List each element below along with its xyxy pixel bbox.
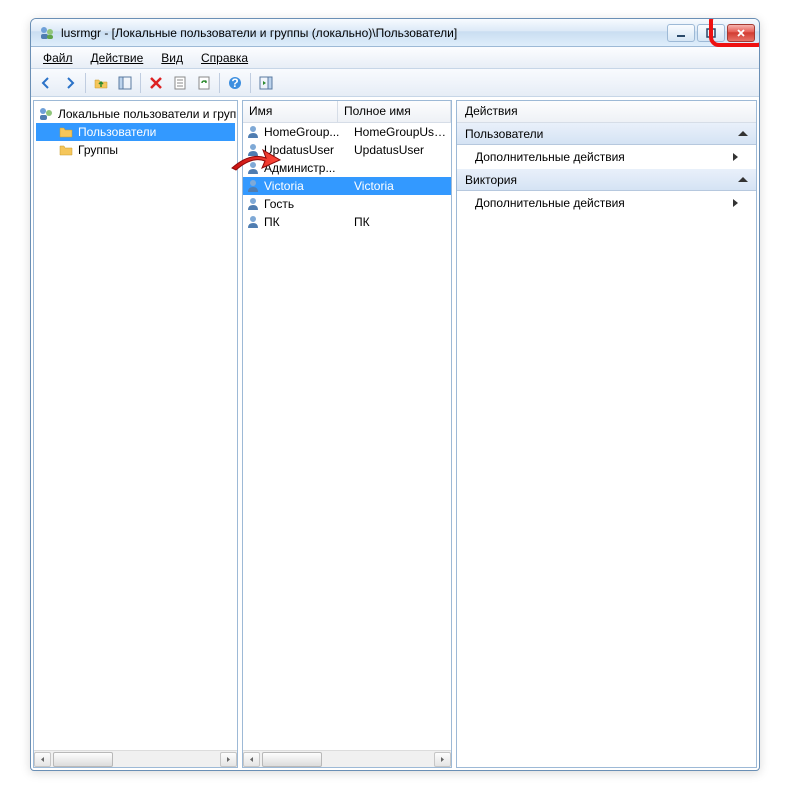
window-title: lusrmgr - [Локальные пользователи и груп… xyxy=(61,26,667,40)
actions-item-more-2[interactable]: Дополнительные действия xyxy=(457,191,756,215)
menubar: Файл Действие Вид Справка xyxy=(31,47,759,69)
user-icon xyxy=(245,160,261,176)
users-groups-icon xyxy=(38,106,54,122)
chevron-right-icon xyxy=(733,153,738,161)
properties-button[interactable] xyxy=(169,72,191,94)
column-fullname[interactable]: Полное имя xyxy=(338,101,451,122)
tree-groups-label: Группы xyxy=(78,143,118,157)
list-cell-name: HomeGroup... xyxy=(264,125,354,139)
body: Локальные пользователи и группы Пользова… xyxy=(31,97,759,770)
list-row[interactable]: Гость xyxy=(243,195,451,213)
delete-button[interactable] xyxy=(145,72,167,94)
app-icon xyxy=(39,25,55,41)
show-hide-action-pane-button[interactable] xyxy=(255,72,277,94)
list-body: HomeGroup...HomeGroupUser$UpdatusUserUpd… xyxy=(243,123,451,750)
list-cell-name: Администр... xyxy=(264,161,354,175)
list-row[interactable]: HomeGroup...HomeGroupUser$ xyxy=(243,123,451,141)
minimize-button[interactable] xyxy=(667,24,695,42)
window: lusrmgr - [Локальные пользователи и груп… xyxy=(30,18,760,771)
list-cell-fullname: Victoria xyxy=(354,179,451,193)
show-hide-tree-button[interactable] xyxy=(114,72,136,94)
menu-view[interactable]: Вид xyxy=(153,49,191,67)
user-icon xyxy=(245,178,261,194)
actions-item-more-1[interactable]: Дополнительные действия xyxy=(457,145,756,169)
column-name[interactable]: Имя xyxy=(243,101,338,122)
user-icon xyxy=(245,214,261,230)
list-hscrollbar[interactable] xyxy=(243,750,451,767)
list-cell-name: UpdatusUser xyxy=(264,143,354,157)
toolbar-separator xyxy=(140,73,141,93)
toolbar-separator xyxy=(250,73,251,93)
list-pane: Имя Полное имя HomeGroup...HomeGroupUser… xyxy=(242,100,452,768)
tree-pane: Локальные пользователи и группы Пользова… xyxy=(33,100,238,768)
titlebar: lusrmgr - [Локальные пользователи и груп… xyxy=(31,19,759,47)
menu-file[interactable]: Файл xyxy=(35,49,81,67)
list-row[interactable]: VictoriaVictoria xyxy=(243,177,451,195)
scroll-thumb[interactable] xyxy=(53,752,113,767)
help-button[interactable]: ? xyxy=(224,72,246,94)
tree-hscrollbar[interactable] xyxy=(34,750,237,767)
tree: Локальные пользователи и группы Пользова… xyxy=(34,101,237,750)
actions-section-selected-label: Виктория xyxy=(465,173,517,187)
collapse-icon xyxy=(738,131,748,136)
actions-pane: Действия Пользователи Дополнительные дей… xyxy=(456,100,757,768)
collapse-icon xyxy=(738,177,748,182)
folder-icon xyxy=(58,142,74,158)
list-cell-name: Гость xyxy=(264,197,354,211)
maximize-button[interactable] xyxy=(697,24,725,42)
folder-icon xyxy=(58,124,74,140)
list-cell-fullname: UpdatusUser xyxy=(354,143,451,157)
toolbar: ? xyxy=(31,69,759,97)
tree-item-users[interactable]: Пользователи xyxy=(36,123,235,141)
user-icon xyxy=(245,124,261,140)
actions-section-users[interactable]: Пользователи xyxy=(457,123,756,145)
list-row[interactable]: ПКПК xyxy=(243,213,451,231)
close-button[interactable] xyxy=(727,24,755,42)
list-header: Имя Полное имя xyxy=(243,101,451,123)
list-row[interactable]: UpdatusUserUpdatusUser xyxy=(243,141,451,159)
actions-item-label: Дополнительные действия xyxy=(475,150,625,164)
list-cell-fullname: HomeGroupUser$ xyxy=(354,125,451,139)
toolbar-separator xyxy=(85,73,86,93)
actions-section-users-label: Пользователи xyxy=(465,127,543,141)
svg-text:?: ? xyxy=(231,76,238,90)
scroll-right-icon[interactable] xyxy=(220,752,237,767)
forward-button[interactable] xyxy=(59,72,81,94)
list-cell-fullname: ПК xyxy=(354,215,451,229)
actions-header: Действия xyxy=(457,101,756,123)
tree-root-label: Локальные пользователи и группы xyxy=(58,107,237,121)
scroll-right-icon[interactable] xyxy=(434,752,451,767)
up-folder-button[interactable] xyxy=(90,72,112,94)
back-button[interactable] xyxy=(35,72,57,94)
toolbar-separator xyxy=(219,73,220,93)
list-row[interactable]: Администр... xyxy=(243,159,451,177)
actions-item-label: Дополнительные действия xyxy=(475,196,625,210)
actions-section-selected[interactable]: Виктория xyxy=(457,169,756,191)
chevron-right-icon xyxy=(733,199,738,207)
list-cell-name: Victoria xyxy=(264,179,354,193)
menu-help[interactable]: Справка xyxy=(193,49,256,67)
tree-users-label: Пользователи xyxy=(78,125,156,139)
refresh-button[interactable] xyxy=(193,72,215,94)
list-cell-name: ПК xyxy=(264,215,354,229)
tree-item-groups[interactable]: Группы xyxy=(36,141,235,159)
tree-root[interactable]: Локальные пользователи и группы xyxy=(36,105,235,123)
menu-action[interactable]: Действие xyxy=(83,49,152,67)
user-icon xyxy=(245,142,261,158)
scroll-left-icon[interactable] xyxy=(243,752,260,767)
user-icon xyxy=(245,196,261,212)
scroll-thumb[interactable] xyxy=(262,752,322,767)
scroll-left-icon[interactable] xyxy=(34,752,51,767)
